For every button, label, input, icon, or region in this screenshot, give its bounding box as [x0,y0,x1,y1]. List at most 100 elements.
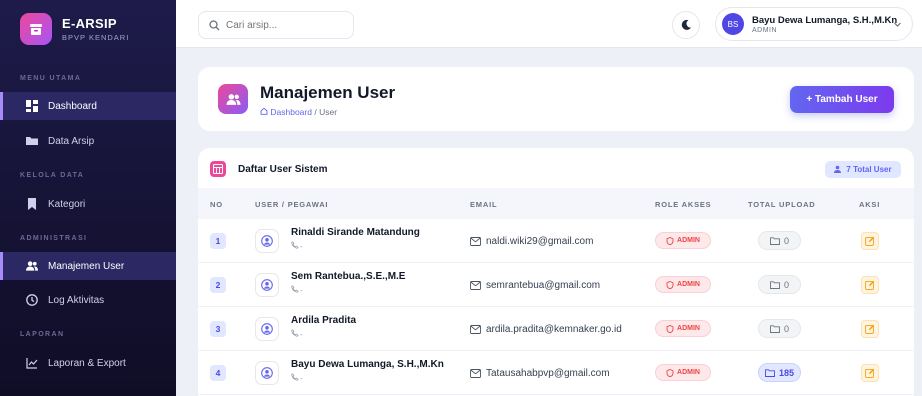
phone-icon [291,285,299,293]
search-icon [209,19,220,30]
mail-icon [470,237,481,246]
table-row: 4 Bayu Dewa Lumanga, S.H.,M.Kn - Tatausahab… [198,351,914,395]
theme-toggle-button[interactable] [672,11,700,39]
table-icon [210,161,226,177]
sidebar-item-dashboard[interactable]: Dashboard [0,92,176,120]
role-badge: ADMIN [655,276,711,293]
user-phone-value: - [300,242,303,251]
brand: E-ARSIP BPVP KENDARI [0,0,176,48]
user-menu[interactable]: BS Bayu Dewa Lumanga, S.H.,M.Kn ADMIN [715,7,913,41]
column-header-role: ROLE AKSES [655,200,712,209]
clock-icon [26,294,38,306]
role-badge-text: ADMIN [677,281,700,288]
mail-icon [470,281,481,290]
edit-icon [865,324,875,334]
user-name: Rinaldi Sirande Matandung [291,227,420,238]
page-header: Manajemen User Dashboard / User + Tambah… [198,67,914,131]
total-user-badge: 7 Total User [825,161,901,178]
table-header: NO USER / PEGAWAI EMAIL ROLE AKSES TOTAL… [198,188,914,219]
sidebar-item-data-arsip[interactable]: Data Arsip [0,127,176,155]
edit-icon [865,236,875,246]
role-badge-text: ADMIN [677,237,700,244]
mail-icon [470,369,481,378]
column-header-no: NO [210,200,223,209]
sidebar-item-label: Laporan & Export [48,357,126,369]
breadcrumb-home-label: Dashboard [270,107,312,117]
upload-count-badge: 0 [758,231,801,250]
sidebar-item-laporan-export[interactable]: Laporan & Export [0,349,176,377]
shield-icon [666,280,674,289]
edit-user-button[interactable] [861,364,879,382]
upload-count-badge: 185 [758,363,801,382]
upload-count-badge: 0 [758,275,801,294]
search-box[interactable] [198,11,354,39]
folder-icon [770,324,780,333]
edit-user-button[interactable] [861,232,879,250]
folder-icon [770,280,780,289]
search-input[interactable] [226,19,346,31]
column-header-total-upload: TOTAL UPLOAD [748,200,816,209]
role-badge-text: ADMIN [677,369,700,376]
section-label-menu-utama: MENU UTAMA [20,75,82,82]
brand-title: E-ARSIP [62,15,117,31]
table-row: 3 Ardila Pradita - ardila.pradita@kemnaker.… [198,307,914,351]
sidebar-item-manajemen-user[interactable]: Manajemen User [0,252,176,280]
folder-icon [765,368,775,377]
section-label-laporan: LAPORAN [20,331,65,338]
row-number: 1 [210,233,226,249]
edit-user-button[interactable] [861,276,879,294]
user-table-card: Daftar User Sistem 7 Total User NO USER … [198,148,914,396]
section-label-kelola-data: KELOLA DATA [20,172,85,179]
edit-icon [865,280,875,290]
breadcrumb-separator: / [314,107,317,117]
user-role: ADMIN [752,26,778,34]
role-badge: ADMIN [655,320,711,337]
sidebar-item-kategori[interactable]: Kategori [0,190,176,218]
edit-user-button[interactable] [861,320,879,338]
table-row: 2 Sem Rantebua.,S.E.,M.E - semrantebua@gmai… [198,263,914,307]
upload-count-badge: 0 [758,319,801,338]
user-email-value: Tatausahabpvp@gmail.com [486,368,610,379]
user-email: semrantebua@gmail.com [470,280,600,291]
table-title: Daftar User Sistem [238,164,328,175]
section-label-administrasi: ADMINISTRASI [20,235,88,242]
phone-icon [291,241,299,249]
column-header-aksi: AKSI [859,200,881,209]
folder-icon [26,135,38,147]
add-user-button[interactable]: + Tambah User [790,86,894,113]
role-badge-text: ADMIN [677,325,700,332]
archive-icon [20,12,52,45]
user-phone-value: - [300,330,303,339]
user-email: ardila.pradita@kemnaker.go.id [470,324,622,335]
sidebar-item-label: Kategori [48,198,86,210]
mail-icon [470,325,481,334]
row-number: 4 [210,365,226,381]
breadcrumb-home-link[interactable]: Dashboard [260,107,314,117]
user-avatar-icon [255,317,279,341]
user-phone: - [291,329,303,339]
user-email-value: ardila.pradita@kemnaker.go.id [486,324,622,335]
user-name: Bayu Dewa Lumanga, S.H.,M.Kn [291,359,444,370]
sidebar-item-log-aktivitas[interactable]: Log Aktivitas [0,286,176,314]
phone-icon [291,373,299,381]
user-phone: - [291,373,303,383]
users-icon [218,84,248,114]
phone-icon [291,329,299,337]
user-phone: - [291,241,303,251]
dashboard-icon [26,100,38,112]
brand-subtitle: BPVP KENDARI [62,32,130,42]
row-number: 2 [210,277,226,293]
edit-icon [865,368,875,378]
upload-count: 0 [783,323,789,334]
shield-icon [666,324,674,333]
user-name: Sem Rantebua.,S.E.,M.E [291,271,406,282]
user-phone-value: - [300,286,303,295]
upload-count: 185 [778,367,795,378]
topbar: BS Bayu Dewa Lumanga, S.H.,M.Kn ADMIN [176,0,922,48]
breadcrumb: Dashboard / User [260,107,337,117]
sidebar-item-label: Log Aktivitas [48,294,105,306]
avatar: BS [722,13,744,35]
column-header-user: USER / PEGAWAI [255,200,329,209]
shield-icon [666,236,674,245]
sidebar-item-label: Manajemen User [48,260,125,272]
